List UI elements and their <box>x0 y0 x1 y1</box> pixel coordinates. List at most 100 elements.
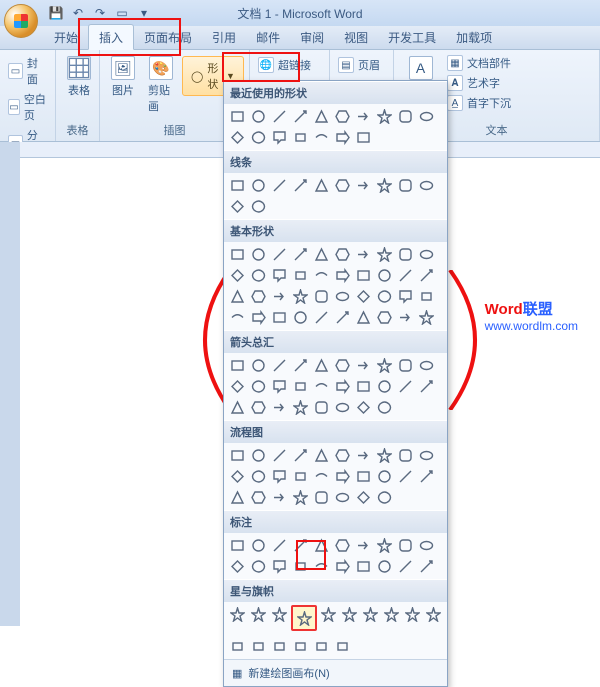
dropcap-button[interactable]: A̲首字下沉 <box>445 94 513 112</box>
shape-star-item[interactable] <box>382 605 401 624</box>
shape-item[interactable] <box>291 557 310 576</box>
shape-item[interactable] <box>354 377 373 396</box>
shape-item[interactable] <box>354 557 373 576</box>
shape-item[interactable] <box>249 107 268 126</box>
shape-item[interactable] <box>291 176 310 195</box>
shape-item[interactable] <box>291 245 310 264</box>
shape-item[interactable] <box>270 287 289 306</box>
shape-item[interactable] <box>270 266 289 285</box>
shape-item[interactable] <box>291 377 310 396</box>
shape-item[interactable] <box>375 287 394 306</box>
shape-star-item[interactable] <box>319 605 338 624</box>
shape-item[interactable] <box>249 377 268 396</box>
shape-item[interactable] <box>312 107 331 126</box>
shape-item[interactable] <box>249 467 268 486</box>
shape-item[interactable] <box>249 536 268 555</box>
tab-6[interactable]: 视图 <box>334 25 378 49</box>
shape-item[interactable] <box>375 536 394 555</box>
picture-button[interactable]: 🖼 图片 <box>106 54 140 100</box>
shape-item[interactable] <box>291 308 310 327</box>
shape-item[interactable] <box>312 446 331 465</box>
shape-banner-item[interactable] <box>228 637 247 656</box>
shape-item[interactable] <box>228 356 247 375</box>
shape-item[interactable] <box>354 398 373 417</box>
shape-item[interactable] <box>417 308 436 327</box>
redo-icon[interactable]: ↷ <box>92 5 108 21</box>
shape-item[interactable] <box>417 557 436 576</box>
hyperlink-button[interactable]: 🌐 超链接 <box>256 56 313 74</box>
shape-item[interactable] <box>312 128 331 147</box>
shape-item[interactable] <box>375 467 394 486</box>
shape-item[interactable] <box>354 287 373 306</box>
shape-item[interactable] <box>228 308 247 327</box>
shape-item[interactable] <box>249 446 268 465</box>
shape-item[interactable] <box>354 356 373 375</box>
shape-item[interactable] <box>333 287 352 306</box>
shape-item[interactable] <box>417 176 436 195</box>
page-item-1[interactable]: ▭空白页 <box>6 90 49 124</box>
shape-item[interactable] <box>375 107 394 126</box>
shape-item[interactable] <box>228 467 247 486</box>
shape-item[interactable] <box>291 107 310 126</box>
shape-item[interactable] <box>228 266 247 285</box>
shape-item[interactable] <box>249 287 268 306</box>
shape-banner-item[interactable] <box>249 637 268 656</box>
shape-item[interactable] <box>417 446 436 465</box>
shape-item[interactable] <box>228 557 247 576</box>
shape-item[interactable] <box>291 536 310 555</box>
shape-item[interactable] <box>354 488 373 507</box>
shape-item[interactable] <box>375 377 394 396</box>
shape-item[interactable] <box>333 377 352 396</box>
shape-item[interactable] <box>270 377 289 396</box>
tab-2[interactable]: 页面布局 <box>134 25 202 49</box>
shape-star-item[interactable] <box>270 605 289 624</box>
shape-item[interactable] <box>375 557 394 576</box>
header-button[interactable]: ▤ 页眉 <box>336 56 382 74</box>
shape-item[interactable] <box>249 266 268 285</box>
shape-item[interactable] <box>333 245 352 264</box>
shape-item[interactable] <box>417 107 436 126</box>
shape-item[interactable] <box>417 245 436 264</box>
shape-item[interactable] <box>291 128 310 147</box>
shape-item[interactable] <box>333 557 352 576</box>
shape-banner-item[interactable] <box>312 637 331 656</box>
shape-item[interactable] <box>249 128 268 147</box>
shape-item[interactable] <box>396 536 415 555</box>
shape-star-item[interactable] <box>228 605 247 624</box>
shape-star-item[interactable] <box>249 605 268 624</box>
new-icon[interactable]: ▭ <box>114 5 130 21</box>
qat-more-icon[interactable]: ▾ <box>136 5 152 21</box>
parts-button[interactable]: ▦文档部件 <box>445 54 513 72</box>
wordart-button[interactable]: 𝐀艺术字 <box>445 74 513 92</box>
shape-item[interactable] <box>249 557 268 576</box>
shape-item[interactable] <box>354 536 373 555</box>
shape-item[interactable] <box>249 245 268 264</box>
shape-item[interactable] <box>375 488 394 507</box>
shape-item[interactable] <box>312 176 331 195</box>
shape-item[interactable] <box>270 467 289 486</box>
shape-item[interactable] <box>417 536 436 555</box>
shape-item[interactable] <box>375 398 394 417</box>
shape-item[interactable] <box>396 446 415 465</box>
shape-item[interactable] <box>249 488 268 507</box>
shape-item[interactable] <box>249 398 268 417</box>
tab-3[interactable]: 引用 <box>202 25 246 49</box>
shape-item[interactable] <box>312 377 331 396</box>
tab-5[interactable]: 审阅 <box>290 25 334 49</box>
shape-item[interactable] <box>417 266 436 285</box>
shape-item[interactable] <box>270 446 289 465</box>
shape-item[interactable] <box>228 128 247 147</box>
shape-item[interactable] <box>417 467 436 486</box>
office-button[interactable] <box>4 4 38 38</box>
shape-item[interactable] <box>333 398 352 417</box>
shape-item[interactable] <box>249 356 268 375</box>
shape-star-item[interactable] <box>361 605 380 624</box>
shape-item[interactable] <box>417 356 436 375</box>
tab-7[interactable]: 开发工具 <box>378 25 446 49</box>
shape-item[interactable] <box>312 488 331 507</box>
shape-item[interactable] <box>354 308 373 327</box>
shape-item[interactable] <box>396 467 415 486</box>
shape-item[interactable] <box>333 266 352 285</box>
shape-item[interactable] <box>291 488 310 507</box>
shape-banner-item[interactable] <box>291 637 310 656</box>
